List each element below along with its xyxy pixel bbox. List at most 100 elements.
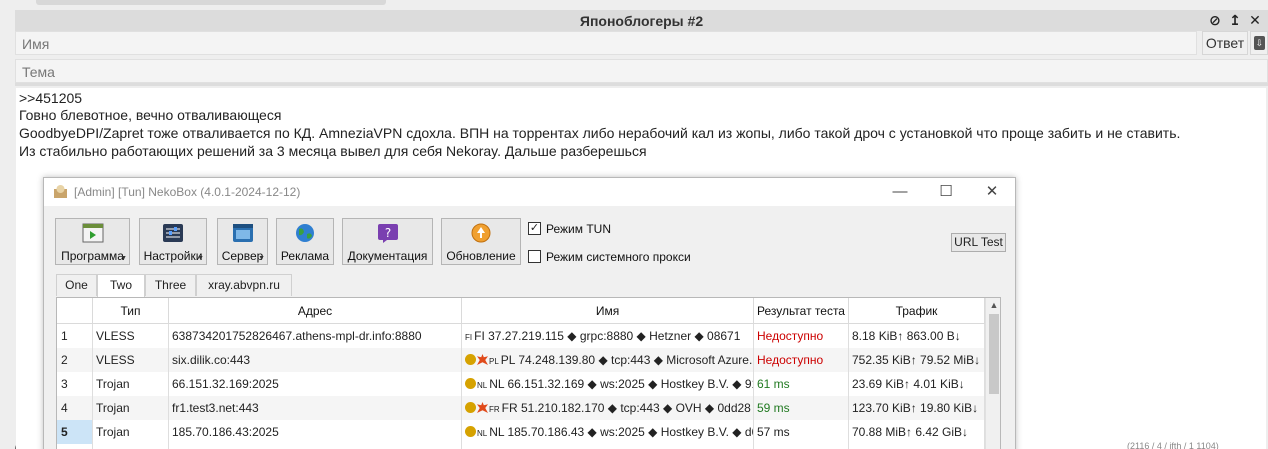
- tab-one[interactable]: One: [56, 274, 97, 296]
- row-address: 66.151.32.169:2025: [169, 372, 462, 396]
- system-proxy-label: Режим системного прокси: [546, 250, 691, 264]
- row-name: NL NL 66.151.32.169 ◆ ws:2025 ◆ Hostkey B…: [462, 372, 754, 396]
- message-line: GoodbyeDPI/Zapret тоже отваливается по К…: [19, 125, 1181, 141]
- row-address: 185.70.186.43:2025: [169, 420, 462, 444]
- medal-icon: [465, 402, 476, 413]
- message-line: >>451205: [19, 90, 83, 106]
- row-result: 57 ms: [754, 420, 849, 444]
- subject-placeholder: Тема: [22, 64, 55, 80]
- tun-mode-checkbox[interactable]: ✓: [528, 222, 541, 235]
- divider: [15, 83, 1268, 86]
- scrollbar-thumb[interactable]: [989, 314, 999, 394]
- svg-text:?: ?: [384, 226, 390, 240]
- update-button[interactable]: Обновление: [441, 218, 521, 265]
- header-test-result[interactable]: Результат теста: [754, 298, 849, 324]
- row-type: Trojan: [93, 372, 169, 396]
- table-row[interactable]: 4 Trojan fr1.test3.net:443 FR FR 51.210.1…: [57, 396, 985, 420]
- form-titlebar[interactable]: Японоблогеры #2 ⊘ ↥ ✕: [15, 10, 1268, 31]
- message-line: Говно блевотное, вечно отваливающеся: [19, 107, 282, 123]
- terminal-icon: [82, 223, 103, 243]
- vertical-scrollbar[interactable]: ▲: [985, 298, 1000, 449]
- program-button[interactable]: Программа ▼: [55, 218, 130, 265]
- header-name[interactable]: Имя: [462, 298, 754, 324]
- table-row[interactable]: 1 VLESS 638734201752826467.athens-mpl-dr…: [57, 324, 985, 348]
- close-icon[interactable]: ✕: [1248, 12, 1262, 28]
- dropdown-arrow-icon: ▼: [258, 255, 265, 262]
- header-traffic[interactable]: Трафик: [849, 298, 985, 324]
- row-number: 3: [57, 372, 93, 396]
- tab-xray[interactable]: xray.abvpn.ru: [196, 274, 292, 296]
- url-test-button[interactable]: URL Test: [951, 233, 1006, 252]
- tab-two[interactable]: Two: [97, 274, 145, 297]
- table-row[interactable]: 2 VLESS six.dilik.co:443 PL PL 74.248.139…: [57, 348, 985, 372]
- tun-mode-label: Режим TUN: [546, 222, 611, 236]
- row-number: [57, 444, 93, 449]
- answer-button[interactable]: Ответ: [1202, 31, 1248, 55]
- row-name: NL NL 185.70.186.43 ◆ ws:2025 ◆ Hostkey B…: [462, 420, 754, 444]
- flag-fr-icon: FR: [489, 405, 500, 414]
- answer-dropdown[interactable]: ⇩: [1250, 31, 1268, 55]
- row-number: 4: [57, 396, 93, 420]
- row-traffic: 23.69 KiB↑ 4.01 KiB↓: [849, 372, 985, 396]
- table-row[interactable]: 3 Trojan 66.151.32.169:2025 NL NL 66.151.…: [57, 372, 985, 396]
- header-address[interactable]: Адрес: [169, 298, 462, 324]
- table-row-selected[interactable]: 5 Trojan 185.70.186.43:2025 NL NL 185.70.…: [57, 420, 985, 444]
- row-name: FI FI 37.27.219.115 ◆ grpc:8880 ◆ Hetzner…: [462, 324, 754, 348]
- fire-icon: [477, 354, 488, 365]
- system-proxy-checkbox[interactable]: [528, 250, 541, 263]
- flag-fi-icon: FI: [465, 333, 473, 342]
- window-titlebar[interactable]: [Admin] [Tun] NekoBox (4.0.1-2024-12-12)…: [44, 178, 1015, 206]
- app-icon: [54, 185, 67, 198]
- pin-icon[interactable]: ↥: [1228, 12, 1242, 28]
- maximize-button[interactable]: ☐: [931, 181, 961, 203]
- row-type: Trojan: [93, 396, 169, 420]
- flag-pl-icon: PL: [489, 357, 499, 366]
- window-title: [Admin] [Tun] NekoBox (4.0.1-2024-12-12): [74, 185, 301, 199]
- minimize-button[interactable]: —: [885, 181, 915, 203]
- scroll-up-icon[interactable]: ▲: [986, 298, 1000, 312]
- row-address: 638734201752826467.athens-mpl-dr.info:88…: [169, 324, 462, 348]
- header-index: [57, 298, 93, 324]
- name-placeholder: Имя: [22, 36, 50, 52]
- row-result: 61 ms: [754, 372, 849, 396]
- fire-icon: [477, 402, 488, 413]
- flag-nl-icon: NL: [477, 381, 488, 390]
- block-icon[interactable]: ⊘: [1208, 12, 1222, 28]
- tab-three[interactable]: Three: [145, 274, 196, 296]
- board-title: Японоблогеры #2: [579, 13, 704, 29]
- sliders-icon: [163, 224, 183, 242]
- row-type: VLESS: [93, 348, 169, 372]
- servers-table: Тип Адрес Имя Результат теста Трафик 1 V…: [56, 297, 1001, 449]
- row-name: [462, 444, 754, 449]
- ads-button[interactable]: Реклама: [276, 218, 334, 265]
- header-type[interactable]: Тип: [93, 298, 169, 324]
- row-number: 2: [57, 348, 93, 372]
- server-button[interactable]: Сервер ▼: [217, 218, 268, 265]
- row-traffic: [849, 444, 985, 449]
- row-result: Недоступно: [754, 348, 849, 372]
- update-label: Обновление: [446, 249, 516, 263]
- server-icon: [232, 224, 253, 242]
- name-field[interactable]: Имя: [15, 31, 1197, 55]
- close-button[interactable]: ✕: [977, 181, 1007, 203]
- dropdown-arrow-icon: ▼: [197, 255, 204, 262]
- medal-icon: [465, 378, 476, 389]
- table-row[interactable]: [57, 444, 985, 449]
- subject-field[interactable]: Тема: [15, 59, 1268, 83]
- status-tail: (2116 / 4 / ifth / 1 1104): [1127, 441, 1219, 449]
- row-type: [93, 444, 169, 449]
- docs-label: Документация: [347, 249, 428, 263]
- flag-nl-icon: NL: [477, 429, 488, 438]
- docs-button[interactable]: ? Документация: [342, 218, 433, 265]
- row-address: [169, 444, 462, 449]
- update-icon: [471, 223, 491, 243]
- dropdown-arrow-icon: ▼: [120, 255, 127, 262]
- settings-button[interactable]: Настройки ▼: [139, 218, 207, 265]
- message-line: Из стабильно работающих решений за 3 мес…: [19, 143, 647, 159]
- globe-icon: [296, 224, 314, 242]
- row-name: FR FR 51.210.182.170 ◆ tcp:443 ◆ OVH ◆ 0d…: [462, 396, 754, 420]
- ads-label: Реклама: [280, 249, 330, 263]
- help-icon: ?: [377, 224, 398, 243]
- medal-icon: [465, 354, 476, 365]
- row-name: PL PL 74.248.139.80 ◆ tcp:443 ◆ Microsoft…: [462, 348, 754, 372]
